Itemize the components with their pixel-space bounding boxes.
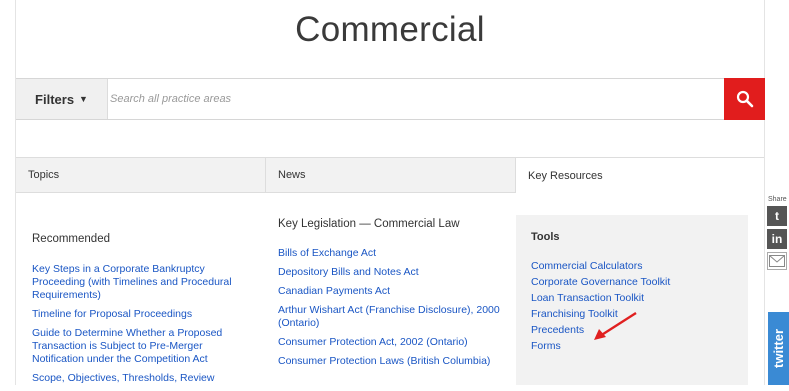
legislation-link-arthur-wishart[interactable]: Arthur Wishart Act (Franchise Disclosure… <box>278 304 508 330</box>
share-label: Share <box>768 196 787 203</box>
envelope-icon <box>769 255 785 267</box>
legislation-link-consumer-protection-bc[interactable]: Consumer Protection Laws (British Columb… <box>278 355 508 368</box>
linkedin-icon: in <box>771 232 783 246</box>
key-legislation-heading: Key Legislation — Commercial Law <box>278 218 460 230</box>
chevron-down-icon: ▼ <box>79 94 88 104</box>
filters-dropdown[interactable]: Filters ▼ <box>16 79 108 119</box>
twitter-side-tab[interactable]: twitter <box>768 312 789 385</box>
topics-column: Recommended Key Steps in a Corporate Ban… <box>32 233 254 391</box>
tool-link-corporate-governance-toolkit[interactable]: Corporate Governance Toolkit <box>531 276 670 289</box>
tab-news[interactable]: News <box>266 157 516 193</box>
search-input[interactable] <box>110 79 722 119</box>
legislation-link-canadian-payments[interactable]: Canadian Payments Act <box>278 285 508 298</box>
filters-label: Filters <box>35 91 75 107</box>
search-button[interactable] <box>724 78 765 120</box>
search-icon <box>736 90 753 108</box>
email-share-button[interactable] <box>767 252 787 270</box>
topic-link-pre-merger-guide[interactable]: Guide to Determine Whether a Proposed Tr… <box>32 327 254 366</box>
page-container: Commercial Filters ▼ Topics News Key Res… <box>15 0 765 385</box>
twitter-share-button[interactable]: t <box>767 206 787 226</box>
tools-panel: Tools Commercial Calculators Corporate G… <box>516 215 748 385</box>
page-title: Commercial <box>295 10 485 49</box>
tools-heading: Tools <box>531 231 560 243</box>
search-bar: Filters ▼ <box>16 78 765 120</box>
tab-topics[interactable]: Topics <box>16 157 266 193</box>
share-panel: Share t in <box>767 196 789 270</box>
legislation-link-consumer-protection-ontario[interactable]: Consumer Protection Act, 2002 (Ontario) <box>278 336 508 349</box>
legislation-link-bills-of-exchange[interactable]: Bills of Exchange Act <box>278 247 508 260</box>
tab-key-resources[interactable]: Key Resources <box>516 157 764 193</box>
tab-bar: Topics News Key Resources <box>16 157 764 193</box>
linkedin-share-button[interactable]: in <box>767 229 787 249</box>
tool-link-commercial-calculators[interactable]: Commercial Calculators <box>531 260 670 273</box>
twitter-tab-label: twitter <box>771 329 786 368</box>
topic-link-proposal-timeline[interactable]: Timeline for Proposal Proceedings <box>32 308 254 321</box>
news-column: Key Legislation — Commercial Law Bills o… <box>278 218 508 374</box>
legislation-link-depository-bills[interactable]: Depository Bills and Notes Act <box>278 266 508 279</box>
recommended-heading: Recommended <box>32 233 110 245</box>
tool-link-loan-transaction-toolkit[interactable]: Loan Transaction Toolkit <box>531 292 670 305</box>
twitter-icon: t <box>775 209 779 223</box>
topic-link-bankruptcy-steps[interactable]: Key Steps in a Corporate Bankruptcy Proc… <box>32 263 254 302</box>
topic-link-scope-objectives[interactable]: Scope, Objectives, Thresholds, Review <box>32 372 254 385</box>
red-arrow-annotation-icon <box>594 311 637 340</box>
